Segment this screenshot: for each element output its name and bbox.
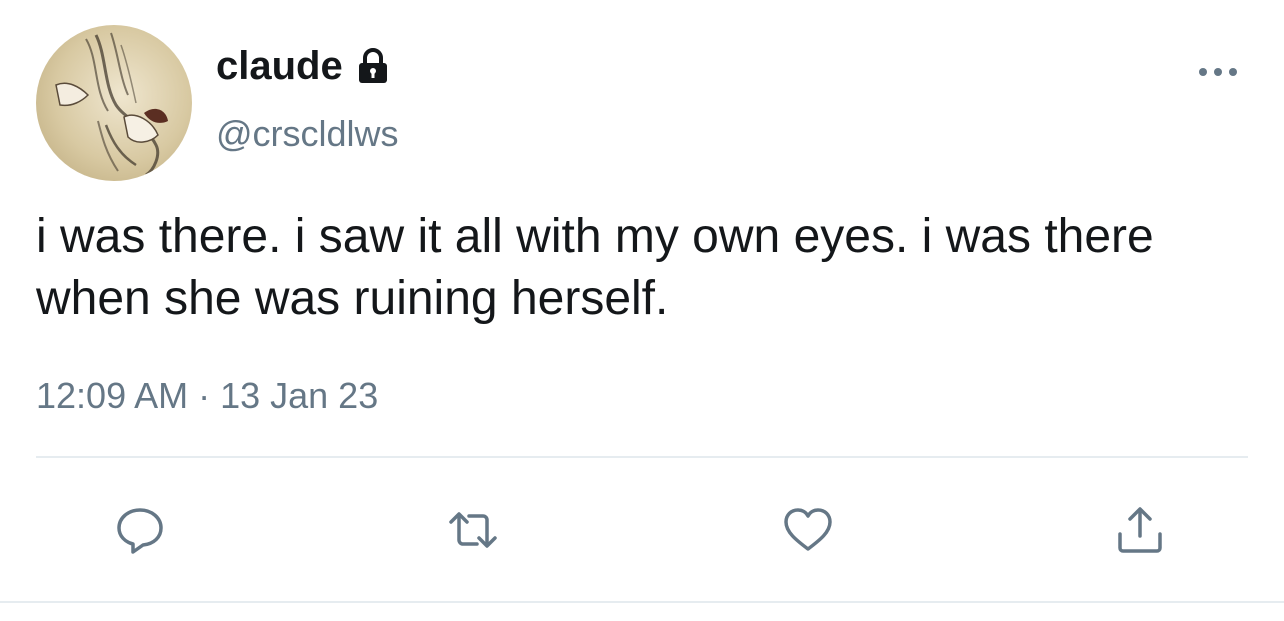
divider <box>36 456 1248 458</box>
retweet-button[interactable] <box>443 502 503 558</box>
tweet: claude @crscldlws i was there. i saw it … <box>0 0 1284 621</box>
avatar-illustration <box>55 32 168 177</box>
tweet-text: i was there. i saw it all with my own ey… <box>36 210 1154 325</box>
divider-bottom <box>0 601 1284 603</box>
handle[interactable]: @crscldlws <box>216 110 399 158</box>
heart-icon <box>784 508 832 551</box>
like-button[interactable] <box>778 502 838 558</box>
share-icon <box>1118 507 1162 553</box>
more-icon[interactable] <box>1196 60 1240 84</box>
retweet-icon <box>449 512 497 548</box>
share-button[interactable] <box>1110 502 1170 558</box>
reply-icon <box>117 508 163 554</box>
lock-icon <box>353 46 393 86</box>
avatar[interactable] <box>36 25 192 181</box>
author-name-row[interactable]: claude <box>216 40 393 92</box>
reply-button[interactable] <box>110 502 170 558</box>
display-name[interactable]: claude <box>216 40 343 92</box>
timestamp[interactable]: 12:09 AM · 13 Jan 23 <box>36 372 378 420</box>
